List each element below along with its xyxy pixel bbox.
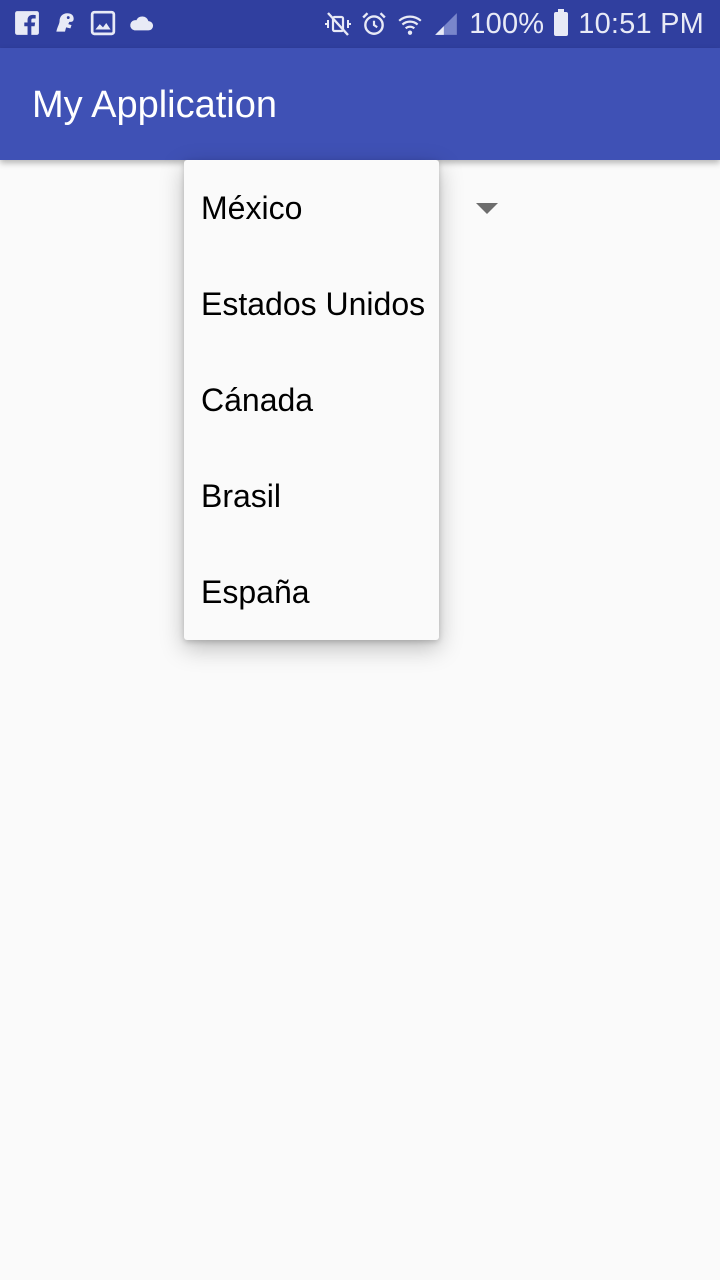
dropdown-item-mexico[interactable]: México: [184, 160, 439, 256]
country-dropdown-menu: México Estados Unidos Cánada Brasil Espa…: [184, 160, 439, 640]
battery-icon: [554, 9, 569, 36]
alarm-icon: [362, 12, 386, 35]
cloud-icon: [130, 16, 154, 31]
signal-icon: [435, 13, 458, 35]
gallery-icon: [90, 10, 116, 36]
dropdown-item-estados-unidos[interactable]: Estados Unidos: [184, 256, 439, 352]
facebook-icon: [15, 11, 39, 36]
wifi-icon: [398, 15, 422, 35]
dropdown-item-canada[interactable]: Cánada: [184, 352, 439, 448]
dropdown-item-brasil[interactable]: Brasil: [184, 448, 439, 544]
status-time: 10:51 PM: [578, 7, 704, 40]
mute-icon: [325, 12, 352, 36]
status-bar: 100% 10:51 PM: [0, 0, 720, 48]
dropdown-item-espana[interactable]: España: [184, 544, 439, 640]
app-title: My Application: [32, 84, 278, 126]
dropdown-arrow-icon[interactable]: [476, 203, 498, 214]
game-icon: [56, 13, 74, 32]
battery-level: 100%: [469, 7, 545, 40]
app-bar: My Application: [0, 48, 720, 160]
